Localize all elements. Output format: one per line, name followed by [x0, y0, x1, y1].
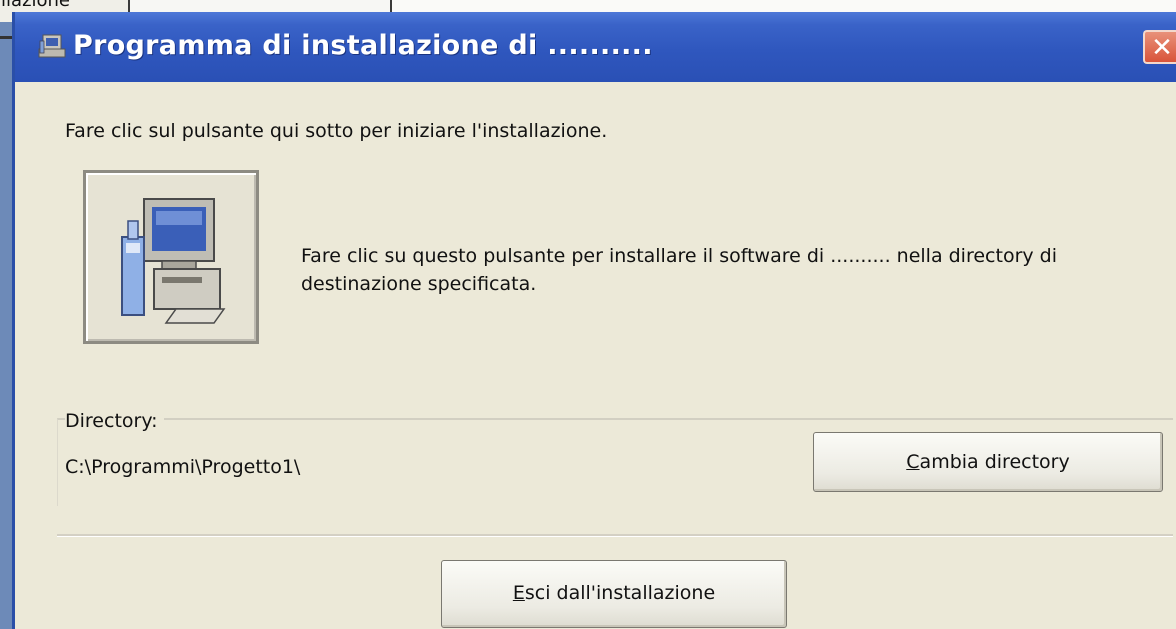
change-directory-button[interactable]: Cambia directory: [813, 432, 1163, 492]
intro-text: Fare clic sul pulsante qui sotto per ini…: [65, 120, 608, 142]
setup-program-icon: [37, 33, 67, 61]
change-directory-accesskey: C: [906, 451, 920, 473]
exit-setup-accesskey: E: [512, 582, 525, 604]
exit-setup-button[interactable]: Esci dall'installazione: [441, 560, 787, 628]
directory-group-label: Directory:: [65, 410, 164, 432]
dialog-client-area: Fare clic sul pulsante qui sotto per ini…: [23, 82, 1176, 629]
change-directory-label: ambia directory: [919, 451, 1070, 473]
install-description: Fare clic su questo pulsante per install…: [301, 245, 1058, 295]
background-window-text: allazione: [0, 0, 71, 11]
install-button[interactable]: [83, 170, 259, 344]
close-button[interactable]: ✕: [1143, 30, 1176, 64]
exit-setup-label: sci dall'installazione: [524, 582, 716, 604]
setup-dialog: Programma di installazione di ..........…: [12, 12, 1176, 629]
close-icon: ✕: [1151, 33, 1173, 63]
background-window-border: [0, 22, 12, 629]
window-title: Programma di installazione di ..........: [73, 30, 653, 61]
separator: [57, 534, 1173, 537]
computer-setup-icon: [121, 198, 226, 324]
directory-path: C:\Programmi\Progetto1\: [65, 456, 301, 478]
title-bar[interactable]: Programma di installazione di ..........…: [15, 12, 1176, 82]
